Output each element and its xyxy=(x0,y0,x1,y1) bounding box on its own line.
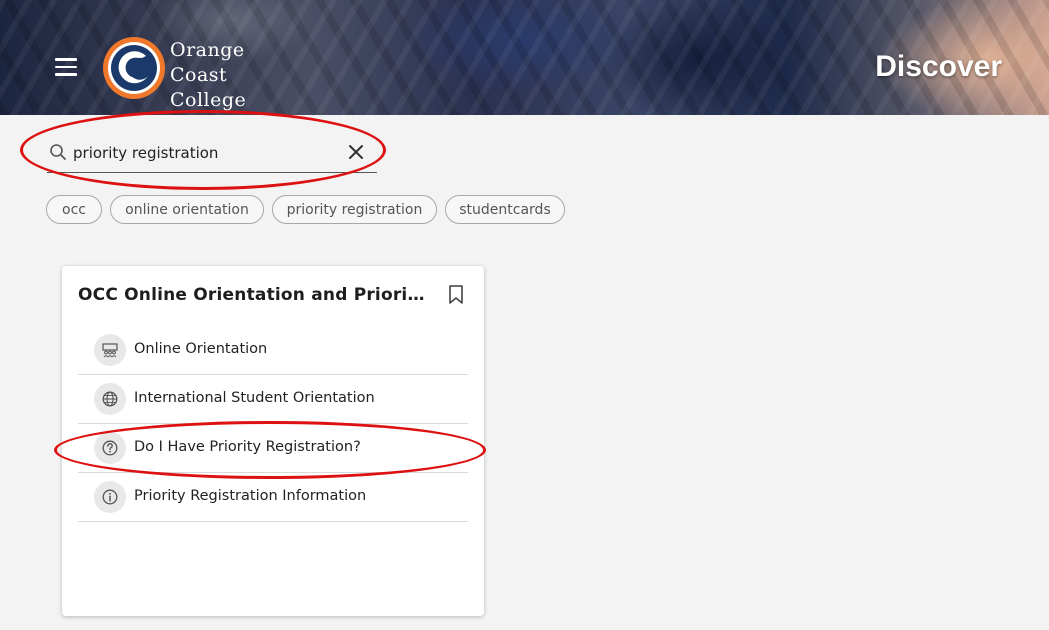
college-logo-icon[interactable] xyxy=(102,36,166,100)
list-item-priority-info[interactable]: Priority Registration Information xyxy=(78,473,468,522)
logo-line-1: Orange xyxy=(170,39,245,61)
item-label: Priority Registration Information xyxy=(134,488,367,504)
close-icon[interactable] xyxy=(347,143,365,161)
college-name: Orange Coast College xyxy=(170,38,246,113)
list-item-online-orientation[interactable]: Online Orientation xyxy=(78,326,468,375)
search-input[interactable] xyxy=(73,140,333,166)
list-item-do-i-have-priority[interactable]: Do I Have Priority Registration? xyxy=(78,424,468,473)
header-banner: Orange Coast College Discover xyxy=(0,0,1049,115)
people-icon xyxy=(94,334,126,366)
item-label: Online Orientation xyxy=(134,341,268,357)
card-title[interactable]: OCC Online Orientation and Priority Regi… xyxy=(78,285,428,305)
item-label: International Student Orientation xyxy=(134,390,375,406)
chip-occ[interactable]: occ xyxy=(46,195,102,224)
chip-studentcards[interactable]: studentcards xyxy=(445,195,565,224)
logo-line-3: College xyxy=(170,89,247,111)
result-card: OCC Online Orientation and Priority Regi… xyxy=(62,266,484,616)
card-link-list: Online Orientation International Student… xyxy=(78,326,468,522)
bookmark-icon[interactable] xyxy=(448,285,464,305)
chip-online-orientation[interactable]: online orientation xyxy=(110,195,264,224)
info-icon xyxy=(94,481,126,513)
search-bar xyxy=(47,136,377,173)
chip-priority-registration[interactable]: priority registration xyxy=(272,195,437,224)
search-icon xyxy=(50,144,66,160)
page-title: Discover xyxy=(875,50,1002,83)
menu-icon[interactable] xyxy=(55,58,77,76)
globe-icon xyxy=(94,383,126,415)
item-label: Do I Have Priority Registration? xyxy=(134,439,361,455)
logo-line-2: Coast xyxy=(170,64,228,86)
question-icon xyxy=(94,432,126,464)
list-item-international-orientation[interactable]: International Student Orientation xyxy=(78,375,468,424)
